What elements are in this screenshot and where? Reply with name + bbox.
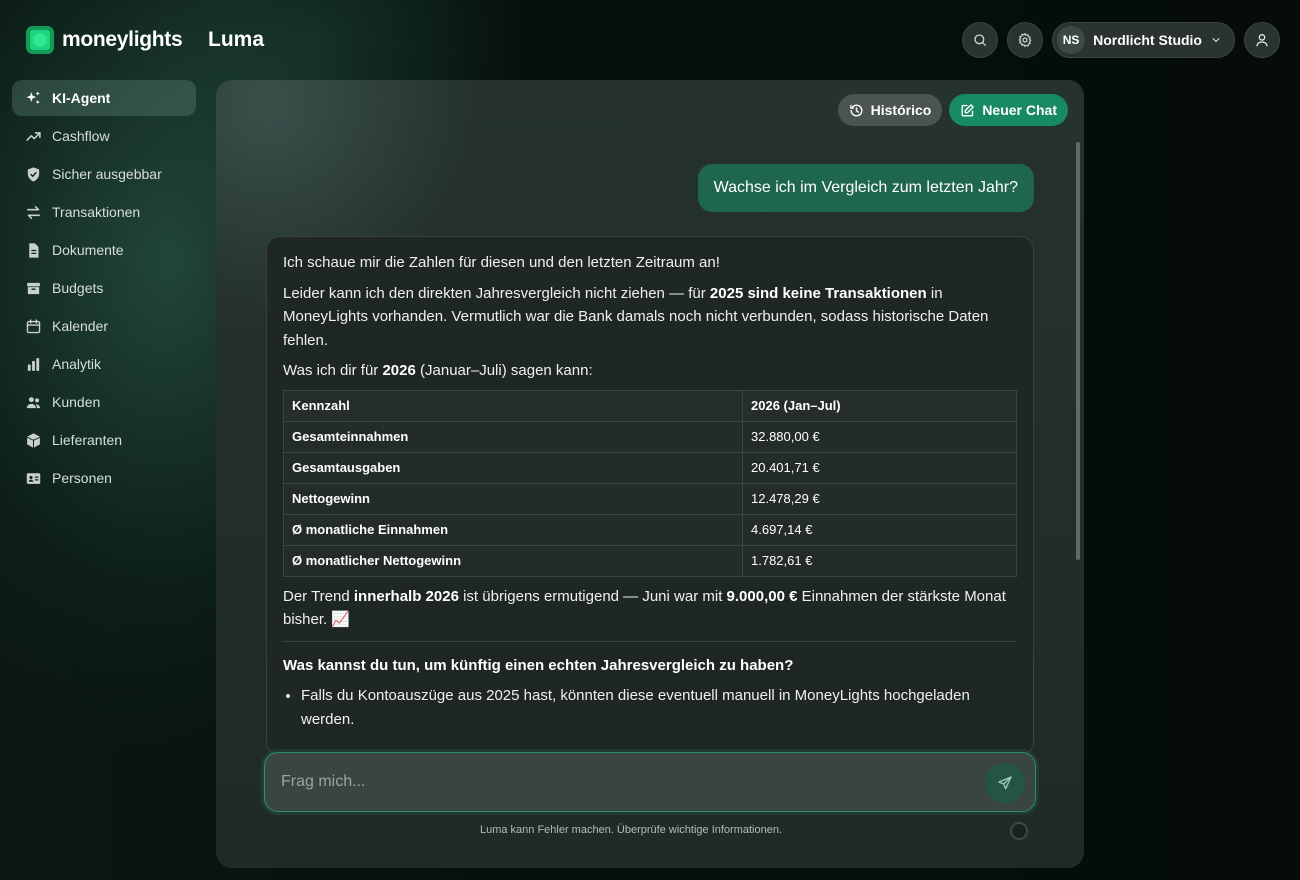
send-button[interactable] (985, 763, 1025, 803)
disclaimer: Luma kann Fehler machen. Überprüfe wicht… (479, 824, 783, 836)
table-row: Ø monatliche Einnahmen 4.697,14 € (283, 513, 1017, 546)
table-row: Nettogewinn 12.478,29 € (283, 482, 1017, 515)
sidebar-item-label: Cashflow (52, 128, 110, 144)
sidebar-item-label: Budgets (52, 280, 104, 296)
table-cell-value: 12.478,29 € (742, 482, 1017, 515)
chat-actions: Histórico Neuer Chat (837, 94, 1068, 126)
users-icon (24, 393, 42, 411)
table-cell-value: 20.401,71 € (742, 451, 1017, 484)
chat-scrollbar[interactable] (1076, 142, 1080, 560)
status-indicator (1010, 822, 1028, 840)
table-cell-value: 1.782,61 € (742, 544, 1017, 577)
edit-icon (961, 103, 975, 116)
sidebar-item-label: Kalender (52, 318, 109, 334)
sidebar-item-label: Dokumente (52, 242, 124, 258)
table-row: Gesamteinnahmen 32.880,00 € (283, 420, 1017, 453)
trend-up-icon (24, 127, 42, 145)
table-cell-value: 32.880,00 € (742, 420, 1017, 453)
brand-name: moneylights (62, 28, 183, 51)
chat-panel: Histórico Neuer Chat Wachse ich im Vergl… (216, 80, 1084, 868)
sidebar-item-label: Sicher ausgebbar (52, 166, 162, 182)
sidebar-item-dokumente[interactable]: Dokumente (12, 232, 196, 268)
sidebar-item-kunden[interactable]: Kunden (12, 384, 196, 420)
table-header: Kennzahl (283, 389, 743, 422)
assistant-message: Ich schaue mir die Zahlen für diesen und… (266, 236, 1034, 756)
sidebar-item-ki-agent[interactable]: KI-Agent (12, 80, 196, 116)
calendar-icon (24, 317, 42, 335)
table-cell-label: Nettogewinn (283, 482, 743, 515)
history-icon (849, 104, 863, 116)
divider (283, 640, 1017, 642)
org-avatar: NS (1057, 26, 1086, 54)
table-row: Gesamtausgaben 20.401,71 € (283, 451, 1017, 484)
search-button[interactable] (962, 22, 999, 58)
sidebar-item-label: Transaktionen (52, 204, 141, 220)
sidebar-item-lieferanten[interactable]: Lieferanten (12, 422, 196, 458)
sidebar-item-transaktionen[interactable]: Transaktionen (12, 194, 196, 230)
sidebar-item-label: KI-Agent (52, 90, 111, 106)
arrows-swap-icon (24, 203, 42, 221)
table-header: 2026 (Jan–Jul) (742, 389, 1017, 422)
settings-button[interactable] (1007, 22, 1044, 58)
table-cell-label: Ø monatliche Einnahmen (283, 513, 743, 546)
bar-chart-icon (24, 355, 42, 373)
answer-paragraph-3: Der Trend innerhalb 2026 ist übrigens er… (283, 587, 1006, 629)
table-cell-label: Ø monatlicher Nettogewinn (283, 544, 743, 577)
kpi-table: Kennzahl 2026 (Jan–Jul) Gesamteinnahmen … (283, 389, 1017, 577)
history-label: Histórico (870, 102, 932, 118)
sidebar-item-kalender[interactable]: Kalender (12, 308, 196, 344)
sidebar-nav: KI-Agent Cashflow Sicher ausgebbar Trans… (12, 80, 196, 498)
answer-paragraph-2: Was ich dir für 2026 (Januar–Juli) sagen… (283, 362, 593, 379)
org-switcher[interactable]: NS Nordlicht Studio (1052, 22, 1235, 58)
sidebar-item-sicher-ausgebbar[interactable]: Sicher ausgebbar (12, 156, 196, 192)
sidebar-item-cashflow[interactable]: Cashflow (12, 118, 196, 154)
sidebar-item-label: Personen (52, 470, 112, 486)
chat-input-box (264, 752, 1036, 812)
sidebar-item-label: Lieferanten (52, 432, 123, 448)
sidebar-item-label: Kunden (52, 394, 101, 410)
new-chat-button[interactable]: Neuer Chat (949, 94, 1068, 126)
archive-box-icon (24, 279, 42, 297)
user-message: Wachse ich im Vergleich zum letzten Jahr… (697, 164, 1034, 212)
send-icon (998, 776, 1012, 790)
table-cell-label: Gesamtausgaben (283, 451, 743, 484)
user-icon (1256, 34, 1268, 47)
answer-paragraph-1: Leider kann ich den direkten Jahresvergl… (283, 284, 989, 349)
chevron-down-icon (1212, 37, 1220, 43)
cube-icon (24, 431, 42, 449)
sidebar-item-label: Analytik (52, 356, 102, 372)
sparkles-icon (24, 89, 42, 107)
gear-icon (1018, 32, 1032, 48)
search-icon (974, 34, 987, 46)
shield-check-icon (24, 165, 42, 183)
sidebar-item-budgets[interactable]: Budgets (12, 270, 196, 306)
list-item: Falls du Kontoauszüge aus 2025 hast, kön… (301, 684, 1017, 731)
org-name: Nordlicht Studio (1093, 32, 1202, 48)
table-row: Ø monatlicher Nettogewinn 1.782,61 € (283, 544, 1017, 577)
answer-intro: Ich schaue mir die Zahlen für diesen und… (283, 254, 720, 271)
chat-input[interactable] (281, 753, 961, 811)
document-icon (24, 241, 42, 259)
brand-logo[interactable]: moneylights (26, 26, 183, 54)
table-cell-label: Gesamteinnahmen (283, 420, 743, 453)
id-card-icon (24, 469, 42, 487)
sidebar-item-personen[interactable]: Personen (12, 460, 196, 496)
app-title: Luma (208, 28, 265, 51)
answer-bullets: Falls du Kontoauszüge aus 2025 hast, kön… (283, 684, 1017, 731)
new-chat-label: Neuer Chat (982, 102, 1057, 118)
profile-button[interactable] (1244, 22, 1280, 58)
logo-mark-icon (26, 26, 54, 54)
answer-heading: Was kannst du tun, um künftig einen echt… (283, 656, 794, 674)
table-header-row: Kennzahl 2026 (Jan–Jul) (283, 389, 1017, 422)
sidebar-item-analytik[interactable]: Analytik (12, 346, 196, 382)
history-button[interactable]: Histórico (837, 94, 943, 126)
table-cell-value: 4.697,14 € (742, 513, 1017, 546)
header-actions: NS Nordlicht Studio (962, 22, 1280, 58)
